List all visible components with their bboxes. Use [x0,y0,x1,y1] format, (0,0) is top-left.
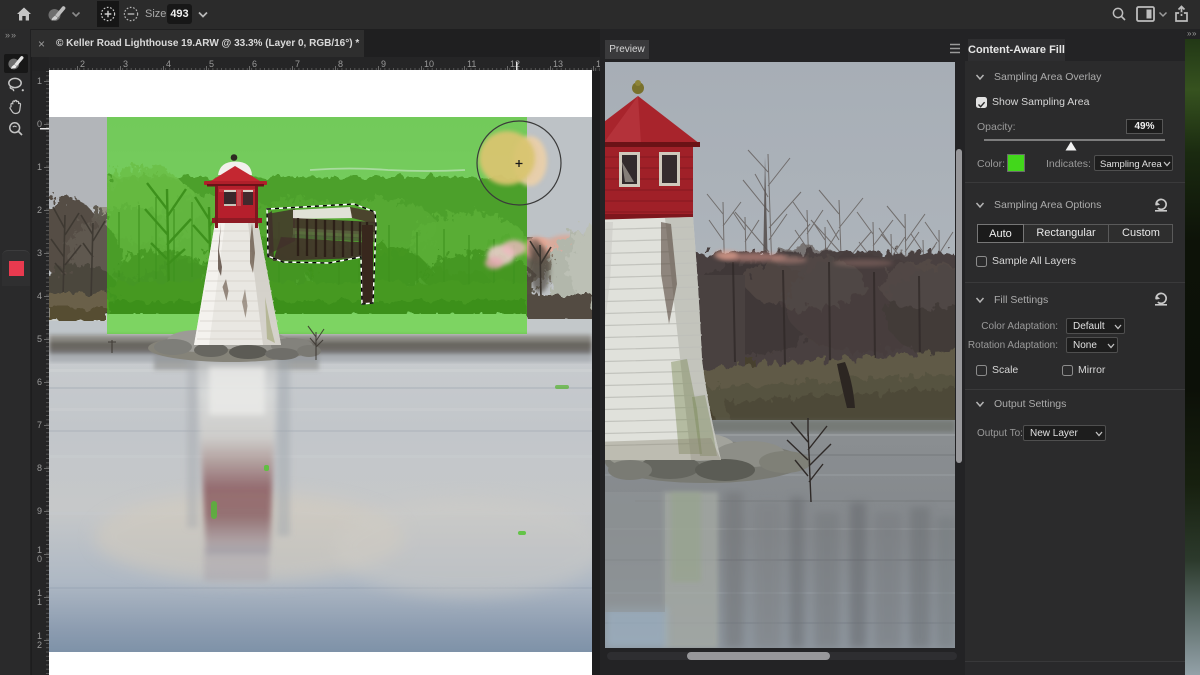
svg-text:9: 9 [381,59,386,69]
svg-text:1: 1 [37,597,42,607]
svg-text:12: 12 [510,59,520,69]
svg-text:9: 9 [37,506,42,516]
svg-text:13: 13 [553,59,563,69]
svg-text:6: 6 [252,59,257,69]
svg-text:5: 5 [37,334,42,344]
svg-text:4: 4 [166,59,171,69]
svg-text:8: 8 [338,59,343,69]
svg-text:1: 1 [37,162,42,172]
svg-text:3: 3 [123,59,128,69]
svg-text:5: 5 [209,59,214,69]
svg-text:11: 11 [467,59,476,69]
svg-text:0: 0 [37,119,42,129]
svg-text:6: 6 [37,377,42,387]
svg-text:2: 2 [37,205,42,215]
svg-text:4: 4 [37,291,42,301]
svg-text:10: 10 [424,59,434,69]
svg-text:8: 8 [37,463,42,473]
svg-text:0: 0 [37,554,42,564]
svg-text:3: 3 [37,248,42,258]
svg-text:1: 1 [37,76,42,86]
svg-text:2: 2 [80,59,85,69]
svg-text:7: 7 [295,59,300,69]
svg-text:2: 2 [37,640,42,650]
svg-text:7: 7 [37,420,42,430]
